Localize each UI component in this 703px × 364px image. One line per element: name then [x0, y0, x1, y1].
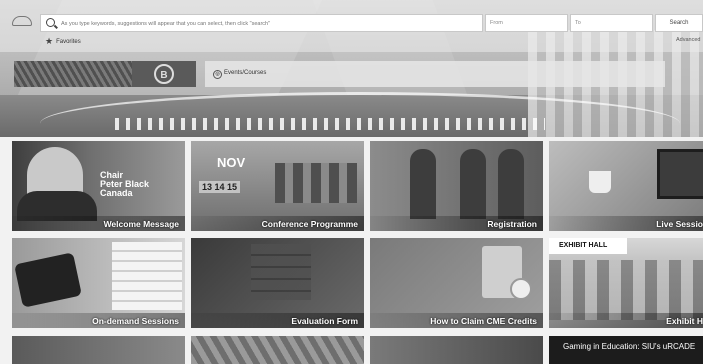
tile-live-sessions[interactable]: Live Sessio	[549, 141, 703, 231]
month-label: NOV	[217, 155, 246, 170]
search-field[interactable]	[40, 14, 483, 32]
events-courses-bar[interactable]: ◎ Events/Courses	[205, 61, 665, 87]
tile-label: Exhibit H	[666, 316, 703, 326]
tile-ondemand-sessions[interactable]: On-demand Sessions	[12, 238, 185, 328]
seal-icon	[510, 278, 532, 300]
date-to-field[interactable]: To	[570, 14, 653, 32]
tile-label: On-demand Sessions	[92, 316, 179, 326]
tile-row3-1[interactable]	[12, 336, 185, 364]
sponsor-banner[interactable]: B	[14, 61, 196, 87]
tile-label: How to Claim CME Credits	[430, 316, 537, 326]
tile-welcome-message[interactable]: Chair Peter Black Canada Welcome Message	[12, 141, 185, 231]
tile-cme-credits[interactable]: How to Claim CME Credits	[370, 238, 543, 328]
graduation-cap-icon	[12, 16, 32, 26]
top-bar: From To Search ★Favorites Advanced	[0, 0, 703, 52]
search-icon	[46, 18, 55, 27]
advanced-search-link[interactable]: Advanced	[676, 37, 700, 43]
search-button[interactable]: Search	[655, 14, 703, 32]
search-input[interactable]	[59, 16, 478, 32]
session-list	[112, 242, 182, 310]
booths-image	[549, 260, 703, 320]
hero-banner: From To Search ★Favorites Advanced B ◎ E…	[0, 0, 703, 137]
star-icon: ★	[45, 36, 54, 46]
person-figure	[460, 149, 486, 219]
tile-label: Conference Programme	[261, 219, 358, 229]
favorites-link[interactable]: ★ Favorites	[45, 35, 81, 46]
tile-conference-programme[interactable]: NOV 13 14 15 Conference Programme	[191, 141, 364, 231]
tile-label: Registration	[487, 219, 537, 229]
stage-lights	[115, 118, 545, 130]
crowd-image	[14, 61, 132, 87]
conference-logo: B	[154, 64, 174, 84]
gaming-caption: Gaming in Education: SIU's uRCADE	[563, 342, 696, 351]
laptop-screen	[657, 149, 703, 199]
favorites-label: Favorites	[56, 39, 81, 45]
events-courses-label: Events/Courses	[224, 70, 267, 76]
tile-label: Welcome Message	[103, 219, 179, 229]
coffee-cup	[589, 171, 611, 193]
tile-row3-3[interactable]	[370, 336, 543, 364]
chair-country: Canada	[100, 188, 133, 198]
tile-exhibit-hall[interactable]: EXHIBIT HALL Exhibit H	[549, 238, 703, 328]
site-logo[interactable]	[8, 14, 36, 42]
tile-registration[interactable]: Registration	[370, 141, 543, 231]
tile-gaming-education[interactable]: Gaming in Education: SIU's uRCADE	[549, 336, 703, 364]
globe-icon: ◎	[213, 70, 222, 79]
exhibit-hall-sign: EXHIBIT HALL	[549, 238, 627, 254]
person-figure	[498, 149, 524, 219]
dates-label: 13 14 15	[199, 181, 241, 193]
chair-caption: Chair Peter Black Canada	[100, 171, 149, 198]
date-from-field[interactable]: From	[485, 14, 568, 32]
person-figure	[410, 149, 436, 219]
tile-label: Live Sessio	[656, 219, 703, 229]
tile-evaluation-form[interactable]: Evaluation Form	[191, 238, 364, 328]
panel-photo	[275, 163, 357, 203]
tile-row3-2[interactable]	[191, 336, 364, 364]
form-menu	[251, 244, 311, 300]
tile-label: Evaluation Form	[291, 316, 358, 326]
